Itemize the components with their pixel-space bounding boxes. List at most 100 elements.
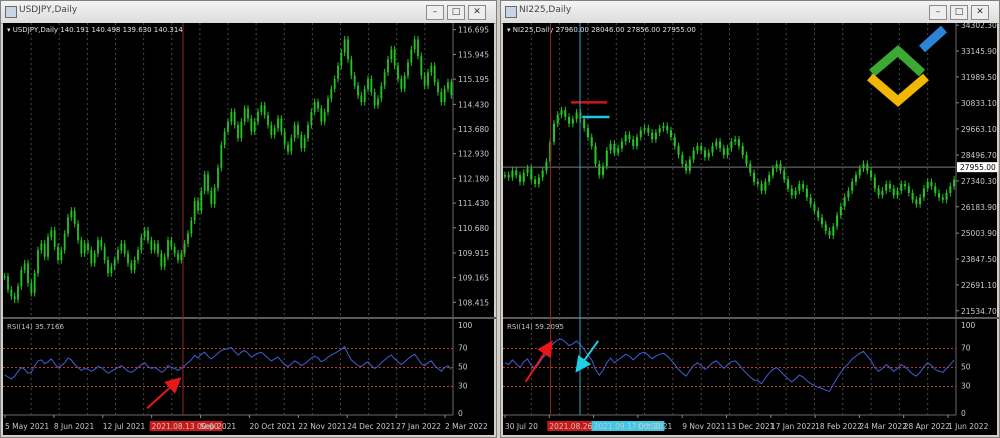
price-axis-label: 23847.50 [961, 255, 997, 264]
candle-body [526, 168, 529, 173]
pane-separator[interactable] [3, 317, 496, 319]
price-axis-label: 111.430 [458, 199, 489, 208]
candle-body [635, 137, 639, 147]
maximize-button[interactable]: □ [447, 5, 465, 20]
candle-body [73, 210, 76, 224]
chart-svg[interactable]: 116.695 115.945 115.195 114.430 113.680 112.9… [3, 23, 496, 437]
candle-body [367, 78, 369, 89]
candle-body [854, 175, 858, 182]
candle-body [590, 137, 593, 147]
candle-body [130, 263, 133, 270]
rsi-axis-label: 70 [961, 344, 971, 353]
price-axis-label: 31989.50 [961, 73, 997, 82]
date-axis-label: 20 Oct 2021 [249, 422, 296, 431]
candle-body [447, 82, 449, 89]
minimize-button[interactable]: – [426, 5, 444, 20]
candle-body [813, 204, 816, 211]
candle-body [809, 197, 812, 205]
candle-body [330, 88, 333, 99]
candle-body [507, 175, 510, 178]
maximize-button[interactable]: □ [950, 5, 968, 20]
candle-body [658, 128, 661, 133]
minimize-button[interactable]: – [929, 5, 947, 20]
candle-body [80, 240, 83, 254]
candle-body [896, 190, 899, 196]
chart-svg[interactable]: 34302.30 33145.90 31989.50 30833.10 29663.10… [503, 23, 999, 437]
candle-body [620, 141, 623, 149]
candle-body [217, 167, 219, 188]
date-axis-label: 2 Mar 2022 [445, 422, 488, 431]
candle-body [437, 82, 439, 93]
pane-separator[interactable] [503, 317, 999, 319]
candle-body [363, 88, 366, 103]
candle-body [143, 230, 146, 237]
candle-body [123, 243, 126, 254]
chart-canvas[interactable]: 34302.30 33145.90 31989.50 30833.10 29663.10… [503, 23, 999, 437]
candle-body [594, 146, 597, 164]
candle-body [227, 121, 229, 132]
candle-body [157, 243, 159, 254]
candle-body [858, 168, 861, 176]
candle-body [270, 125, 273, 135]
candle-body [647, 128, 650, 133]
candle-body [30, 283, 33, 293]
candle-body [881, 190, 884, 196]
candle-body [303, 138, 306, 149]
candle-body [293, 125, 296, 139]
candle-body [390, 49, 393, 60]
candle-body [170, 240, 173, 247]
candle-body [297, 125, 299, 135]
window-titlebar[interactable]: NI225,Daily – □ ✕ [501, 1, 999, 24]
price-axis-label: 115.195 [458, 75, 489, 84]
date-axis-label: 24 Dec 2021 [347, 422, 395, 431]
candle-body [327, 98, 329, 112]
candle-body [117, 250, 119, 261]
candle-body [277, 118, 279, 129]
candle-body [287, 144, 289, 152]
window-titlebar[interactable]: USDJPY,Daily – □ ✕ [1, 1, 496, 24]
price-axis-label: 112.930 [458, 150, 489, 159]
candle-body [403, 75, 406, 89]
red-arrow[interactable] [146, 377, 182, 410]
chart-canvas[interactable]: 116.695 115.945 115.195 114.430 113.680 112.9… [3, 23, 496, 437]
candle-body [851, 181, 854, 191]
chart-window-ni225[interactable]: NI225,Daily – □ ✕ 34302.30 33145.90 31989.… [500, 0, 1000, 438]
candle-body [20, 269, 23, 287]
close-button[interactable]: ✕ [971, 5, 989, 20]
rsi-axis-label: 0 [961, 409, 966, 418]
candle-body [586, 128, 589, 138]
candle-body [741, 146, 744, 155]
candle-body [790, 188, 793, 196]
price-axis-label: 109.915 [458, 249, 489, 258]
candle-body [617, 148, 620, 153]
candle-body [450, 82, 453, 96]
candle-body [210, 190, 213, 205]
candle-body [263, 105, 266, 116]
candle-body [400, 78, 403, 89]
candle-body [945, 192, 948, 200]
candle-body [522, 172, 525, 182]
candle-body [153, 243, 156, 251]
candle-body [719, 141, 722, 149]
candle-body [240, 121, 243, 139]
candle-body [700, 146, 703, 151]
current-price-label: 27955.00 [960, 163, 996, 172]
candle-body [57, 246, 59, 261]
candle-body [651, 132, 654, 140]
candle-body [267, 115, 269, 126]
candle-body [193, 200, 196, 221]
candle-body [552, 123, 556, 142]
candle-body [200, 190, 203, 211]
date-axis-label: 1 Jun 2022 [948, 422, 989, 431]
candle-body [197, 200, 199, 211]
candle-body [60, 250, 63, 261]
candle-body [666, 125, 669, 131]
candle-body [817, 210, 820, 218]
candle-body [47, 236, 49, 257]
chart-window-usdjpy[interactable]: USDJPY,Daily – □ ✕ 116.695 115.945 115.195… [0, 0, 497, 438]
close-button[interactable]: ✕ [468, 5, 486, 20]
candle-body [737, 139, 740, 147]
candle-body [220, 144, 223, 168]
candle-body [662, 125, 665, 129]
date-axis-label: 17 Jan 2022 [771, 422, 816, 431]
